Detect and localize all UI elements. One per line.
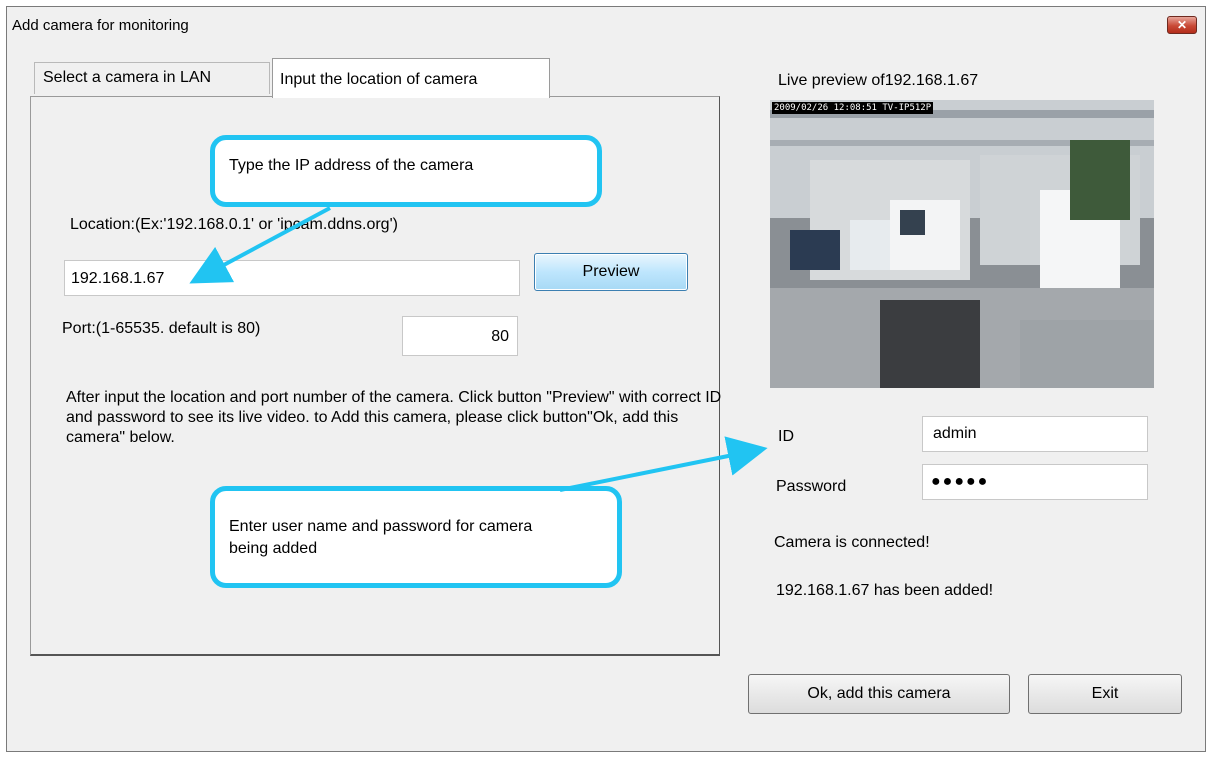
port-input[interactable]: 80 [402,316,518,356]
office-scene-image [770,100,1154,388]
id-value: admin [933,425,977,442]
tab-select-camera-lan[interactable]: Select a camera in LAN [34,62,270,94]
id-label: ID [778,428,794,445]
ok-add-camera-button[interactable]: Ok, add this camera [748,674,1010,714]
camera-timestamp: 2009/02/26 12:08:51 TV-IP512P [772,102,934,114]
password-mask: ●●●●● [931,473,990,490]
callout-ip-text: Type the IP address of the camera [229,157,474,174]
instructions-text: After input the location and port number… [66,389,722,446]
port-value: 80 [491,328,509,345]
password-input[interactable]: ●●●●● [922,464,1148,500]
callout-user-text: Enter user name and password for camera … [229,518,533,557]
live-preview-video: 2009/02/26 12:08:51 TV-IP512P [770,100,1154,388]
location-label: Location:(Ex:'192.168.0.1' or 'ipcam.ddn… [70,216,398,233]
window-title: Add camera for monitoring [12,17,189,34]
tab-label: Input the location of camera [280,71,478,88]
password-label: Password [776,478,847,495]
connection-status: Camera is connected! [774,534,930,551]
added-status: 192.168.1.67 has been added! [776,582,994,599]
callout-credentials: Enter user name and password for camera … [210,486,622,588]
port-label: Port:(1-65535. default is 80) [62,320,261,337]
tab-label: Select a camera in LAN [43,69,212,86]
tab-input-location[interactable]: Input the location of camera [272,58,550,98]
location-value: 192.168.1.67 [71,270,165,287]
exit-button[interactable]: Exit [1028,674,1182,714]
id-input[interactable]: admin [922,416,1148,452]
close-button[interactable]: ✕ [1167,16,1197,34]
live-preview-label: Live preview of192.168.1.67 [778,72,979,89]
location-input[interactable]: 192.168.1.67 [64,260,520,296]
title-bar[interactable]: Add camera for monitoring ✕ [7,7,1205,41]
callout-ip-address: Type the IP address of the camera [210,135,602,207]
close-icon: ✕ [1176,18,1188,32]
preview-button[interactable]: Preview [534,253,688,291]
